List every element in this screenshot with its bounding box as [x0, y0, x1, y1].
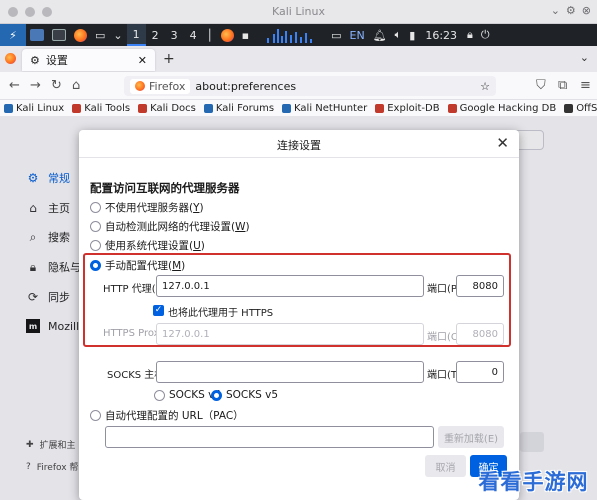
kali-docs-icon: [138, 103, 148, 113]
socks-host-input[interactable]: [156, 361, 424, 383]
bookmark-item[interactable]: Kali Docs: [138, 103, 200, 114]
cancel-button[interactable]: 取消: [425, 455, 466, 477]
tab-settings[interactable]: ⚙ 设置 ✕: [22, 49, 155, 71]
forward-arrow-icon[interactable]: →: [30, 78, 41, 93]
window-titlebar: Kali Linux ⌄ ⚙ ⊗: [0, 0, 597, 24]
bookmark-item[interactable]: Kali Linux: [4, 103, 68, 114]
radio-system-proxy[interactable]: 使用系统代理设置(U): [90, 238, 205, 253]
bookmark-item[interactable]: OffSec: [564, 103, 597, 114]
workspace-1[interactable]: 1: [126, 24, 146, 46]
dialog-header: 连接设置 ✕: [79, 130, 519, 158]
radio-button[interactable]: [90, 221, 101, 232]
close-tab-icon[interactable]: ✕: [138, 54, 147, 67]
radio-no-proxy[interactable]: 不使用代理服务器(Y): [90, 200, 204, 215]
tab-list-chevron-icon[interactable]: ⌄: [580, 51, 589, 64]
radio-button[interactable]: [154, 389, 165, 401]
checkbox-checked[interactable]: ✓: [153, 305, 164, 316]
also-https-label[interactable]: 也将此代理用于 HTTPS: [168, 304, 273, 319]
identity-label: Firefox: [149, 79, 186, 93]
reload-pac-button[interactable]: 重新加载(E): [438, 426, 504, 448]
power-icon[interactable]: ⏻: [477, 24, 494, 46]
radio-button-selected[interactable]: [211, 389, 222, 401]
pac-url-input[interactable]: [105, 426, 434, 448]
bookmark-item[interactable]: Google Hacking DB: [447, 103, 561, 114]
workspace-2[interactable]: 2: [146, 24, 165, 46]
tab-label: 设置: [45, 54, 68, 67]
offsec-icon: [564, 103, 574, 113]
radio-pac-url[interactable]: 自动代理配置的 URL（PAC）: [90, 408, 244, 423]
clock[interactable]: 16:23: [419, 24, 463, 46]
kali-icon: [4, 103, 13, 113]
bookmarks-bar: Kali Linux Kali Tools Kali Docs Kali For…: [0, 100, 597, 116]
new-tab-button[interactable]: +: [163, 51, 175, 67]
kali-tools-icon: [72, 103, 82, 113]
http-proxy-host-input[interactable]: 127.0.0.1: [156, 275, 424, 297]
dialog-title: 连接设置: [277, 139, 321, 152]
home-icon[interactable]: ⌂: [72, 78, 80, 93]
kali-panel: ⚡ ▭ ⌄ 1 2 3 4 │ ▪ ▭ EN 🔔︎ 🔈︎ ▮ 16:23 🔒︎ …: [0, 24, 597, 46]
kali-menu-icon[interactable]: ⚡: [0, 24, 26, 46]
navigation-bar: ← → ↻ ⌂ Firefox about:preferences ☆ ⛉ ⧉ …: [0, 72, 597, 100]
notification-bell-icon[interactable]: 🔔︎: [369, 24, 391, 46]
firefox-view-icon[interactable]: [5, 53, 16, 64]
https-proxy-host-input[interactable]: 127.0.0.1: [156, 323, 424, 345]
terminal-task-icon[interactable]: ▪: [238, 24, 253, 46]
chevron-down-icon[interactable]: ⌄: [109, 24, 126, 46]
radio-button[interactable]: [90, 240, 101, 251]
firefox-task-icon[interactable]: [217, 24, 238, 46]
exploit-db-icon: [375, 103, 385, 113]
bookmark-star-icon[interactable]: ☆: [480, 80, 490, 93]
site-watermark: 看看手游网: [478, 470, 589, 494]
firefox-launcher-icon[interactable]: [70, 24, 91, 46]
menu-icon[interactable]: ≡: [580, 78, 591, 93]
display-icon[interactable]: ▭: [327, 24, 345, 46]
radio-button[interactable]: [90, 202, 101, 213]
ghdb-icon: [447, 103, 457, 113]
connection-settings-dialog: 连接设置 ✕ 配置访问互联网的代理服务器 不使用代理服务器(Y) 自动检测此网络…: [79, 130, 519, 500]
radio-button[interactable]: [90, 410, 101, 421]
radio-manual-proxy[interactable]: 手动配置代理(M): [90, 258, 185, 273]
http-port-input[interactable]: 8080: [456, 275, 504, 297]
dialog-body: 配置访问互联网的代理服务器 不使用代理服务器(Y) 自动检测此网络的代理设置(W…: [79, 158, 519, 500]
lock-screen-icon[interactable]: 🔒︎: [463, 24, 477, 46]
cpu-graph: [263, 27, 313, 43]
nethunter-icon: [282, 103, 292, 113]
section-title: 配置访问互联网的代理服务器: [90, 181, 240, 195]
radio-socks-v5[interactable]: SOCKS v5: [211, 389, 278, 401]
window-title: Kali Linux: [271, 5, 325, 18]
language-indicator[interactable]: EN: [346, 24, 369, 46]
kali-forums-icon: [203, 103, 213, 113]
bookmark-item[interactable]: Exploit-DB: [375, 103, 443, 114]
gear-icon[interactable]: ⚙: [566, 4, 576, 17]
radio-button-selected[interactable]: [90, 260, 101, 271]
url-text[interactable]: about:preferences: [195, 80, 475, 93]
bookmark-item[interactable]: Kali NetHunter: [282, 103, 371, 114]
files-icon[interactable]: [48, 24, 70, 46]
firefox-identity-icon: [135, 81, 145, 91]
workspace-3[interactable]: 3: [165, 24, 184, 46]
terminal-icon[interactable]: ▭: [91, 24, 109, 46]
identity-chip[interactable]: Firefox: [130, 78, 191, 94]
back-arrow-icon[interactable]: ←: [9, 78, 20, 93]
chevron-down-icon[interactable]: ⌄: [551, 4, 560, 17]
radio-auto-detect[interactable]: 自动检测此网络的代理设置(W): [90, 219, 250, 234]
pocket-icon[interactable]: ⛉: [536, 78, 546, 93]
reload-icon[interactable]: ↻: [51, 78, 62, 93]
close-icon[interactable]: ⊗: [582, 4, 591, 17]
volume-icon[interactable]: 🔈︎: [391, 24, 406, 46]
bookmark-item[interactable]: Kali Tools: [72, 103, 134, 114]
url-bar[interactable]: Firefox about:preferences ☆: [124, 76, 496, 96]
bookmark-item[interactable]: Kali Forums: [203, 103, 278, 114]
https-port-input[interactable]: 8080: [456, 323, 504, 345]
battery-icon[interactable]: ▮: [405, 24, 419, 46]
close-icon[interactable]: ✕: [496, 134, 509, 152]
desktop-icon[interactable]: [26, 24, 48, 46]
gear-icon: ⚙: [30, 53, 40, 67]
tab-strip: ⚙ 设置 ✕ + ⌄: [0, 46, 597, 72]
extensions-icon[interactable]: ⧉: [558, 78, 567, 93]
workspace-4[interactable]: 4: [184, 24, 203, 46]
socks-port-input[interactable]: 0: [456, 361, 504, 383]
